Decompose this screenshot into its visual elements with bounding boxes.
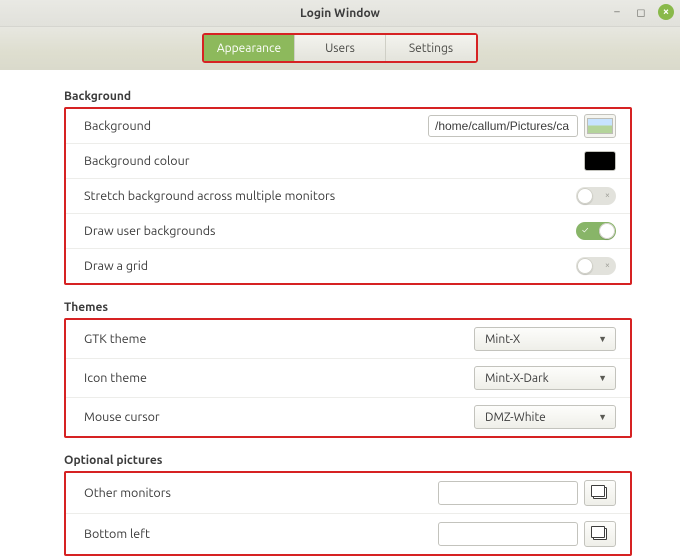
- label-other-monitors: Other monitors: [84, 486, 171, 500]
- label-bottom-left: Bottom left: [84, 527, 150, 541]
- label-background-colour: Background colour: [84, 154, 189, 168]
- background-panel: Background Background colour Stretch bac…: [64, 107, 632, 285]
- row-bottom-left: Bottom left: [66, 514, 630, 554]
- maximize-button[interactable]: ◻: [634, 5, 648, 19]
- dropdown-mouse-cursor[interactable]: DMZ-White ▼: [474, 405, 616, 429]
- row-gtk-theme: GTK theme Mint-X ▼: [66, 320, 630, 359]
- chevron-down-icon: ▼: [598, 412, 607, 422]
- toggle-draw-grid[interactable]: ×: [576, 257, 616, 275]
- row-background-colour: Background colour: [66, 144, 630, 179]
- label-icon-theme: Icon theme: [84, 371, 147, 385]
- themes-panel: GTK theme Mint-X ▼ Icon theme Mint-X-Dar…: [64, 318, 632, 438]
- tabbar-container: Appearance Users Settings: [0, 27, 680, 70]
- background-picker-button[interactable]: [584, 114, 616, 138]
- row-draw-user-backgrounds: Draw user backgrounds ✓: [66, 214, 630, 249]
- window-title: Login Window: [300, 7, 380, 20]
- row-stretch-monitors: Stretch background across multiple monit…: [66, 179, 630, 214]
- chevron-down-icon: ▼: [598, 373, 607, 383]
- label-stretch-monitors: Stretch background across multiple monit…: [84, 189, 335, 203]
- bottom-left-input[interactable]: [438, 522, 578, 546]
- tab-users[interactable]: Users: [295, 35, 386, 61]
- close-button[interactable]: ×: [658, 4, 674, 20]
- tabbar: Appearance Users Settings: [202, 33, 478, 63]
- toggle-stretch-monitors[interactable]: ×: [576, 187, 616, 205]
- label-background: Background: [84, 119, 151, 133]
- minimize-button[interactable]: –: [610, 5, 624, 19]
- label-mouse-cursor: Mouse cursor: [84, 410, 160, 424]
- background-path-input[interactable]: [428, 115, 578, 137]
- label-draw-user: Draw user backgrounds: [84, 224, 215, 238]
- image-browse-icon: [593, 487, 607, 499]
- window-controls: – ◻ ×: [610, 4, 674, 20]
- label-draw-grid: Draw a grid: [84, 259, 148, 273]
- other-monitors-input[interactable]: [438, 481, 578, 505]
- section-heading-background: Background: [64, 90, 632, 103]
- dropdown-icon-value: Mint-X-Dark: [485, 372, 549, 385]
- other-monitors-browse-button[interactable]: [584, 480, 616, 506]
- dropdown-icon-theme[interactable]: Mint-X-Dark ▼: [474, 366, 616, 390]
- tab-appearance[interactable]: Appearance: [204, 35, 295, 61]
- background-colour-swatch[interactable]: [584, 151, 616, 171]
- content-area: Background Background Background colour …: [0, 70, 680, 556]
- login-window-app: Login Window – ◻ × Appearance Users Sett…: [0, 0, 680, 556]
- tab-settings[interactable]: Settings: [386, 35, 476, 61]
- section-heading-themes: Themes: [64, 301, 632, 314]
- chevron-down-icon: ▼: [598, 334, 607, 344]
- dropdown-cursor-value: DMZ-White: [485, 411, 546, 424]
- bottom-left-browse-button[interactable]: [584, 521, 616, 547]
- row-icon-theme: Icon theme Mint-X-Dark ▼: [66, 359, 630, 398]
- toggle-draw-user-backgrounds[interactable]: ✓: [576, 222, 616, 240]
- dropdown-gtk-theme[interactable]: Mint-X ▼: [474, 327, 616, 351]
- image-browse-icon: [593, 528, 607, 540]
- label-gtk-theme: GTK theme: [84, 332, 146, 346]
- optional-panel: Other monitors Bottom left: [64, 471, 632, 556]
- section-heading-optional: Optional pictures: [64, 454, 632, 467]
- row-draw-grid: Draw a grid ×: [66, 249, 630, 283]
- row-other-monitors: Other monitors: [66, 473, 630, 514]
- row-background: Background: [66, 109, 630, 144]
- dropdown-gtk-value: Mint-X: [485, 333, 520, 346]
- row-mouse-cursor: Mouse cursor DMZ-White ▼: [66, 398, 630, 436]
- landscape-thumb-icon: [587, 118, 613, 134]
- titlebar: Login Window – ◻ ×: [0, 0, 680, 27]
